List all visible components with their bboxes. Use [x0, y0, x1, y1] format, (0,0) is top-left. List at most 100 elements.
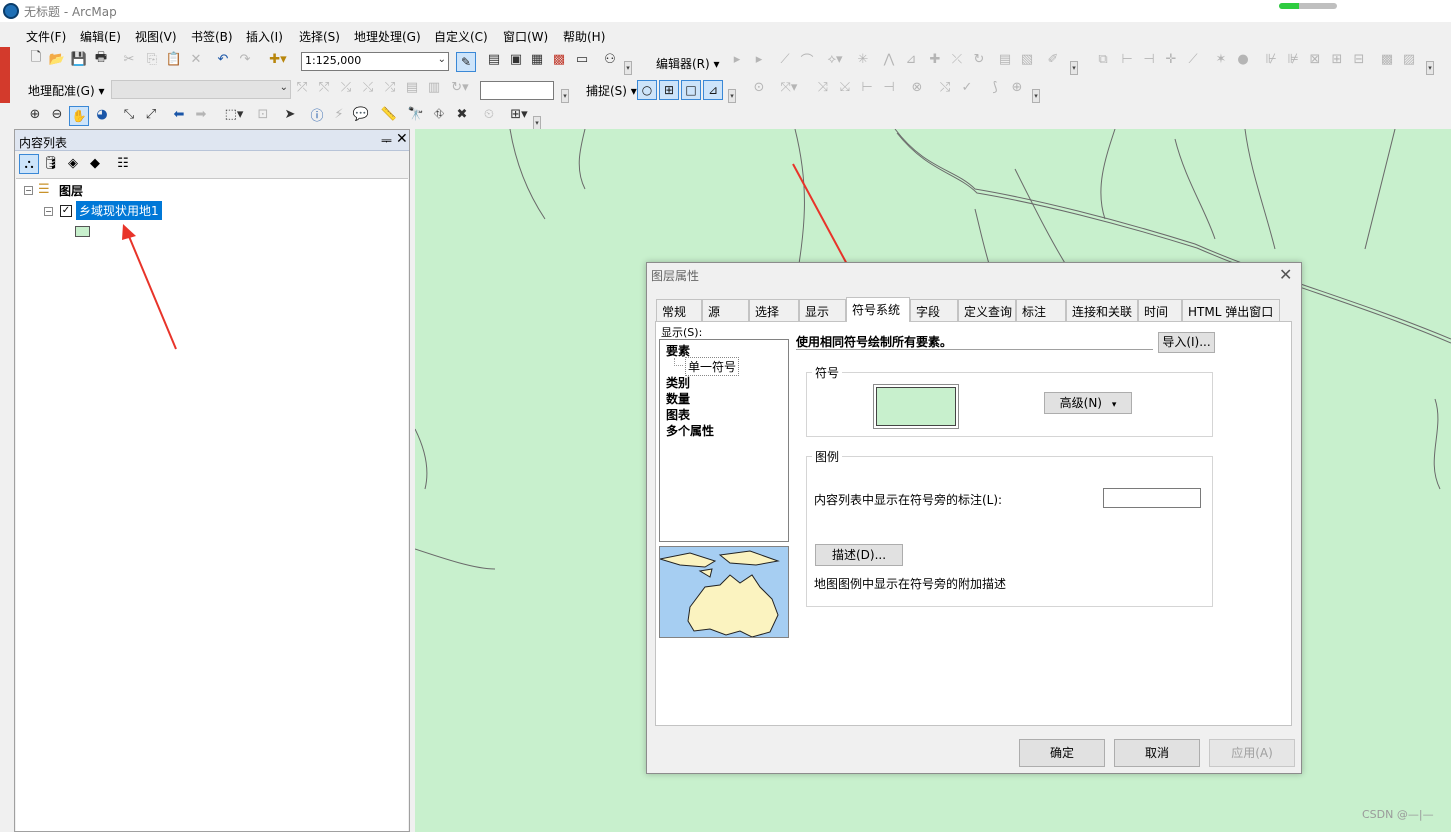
tab-display[interactable]: 显示	[799, 299, 846, 321]
select-features-icon[interactable]: ⬚▾	[218, 104, 250, 124]
paste-icon[interactable]: 📋	[164, 49, 184, 69]
topology-errors-icon[interactable]: ⊠	[1306, 49, 1324, 69]
shared-features-icon[interactable]: ⊞	[1328, 49, 1346, 69]
tab-html-popup[interactable]: HTML 弹出窗口	[1182, 299, 1280, 321]
rotate-georef-icon[interactable]: ↻▾	[447, 77, 473, 97]
tab-joins-relates[interactable]: 连接和关联	[1066, 299, 1138, 321]
topology-vertex-icon[interactable]: ✛	[1162, 49, 1180, 69]
smooth-icon[interactable]: ⟆	[986, 77, 1004, 97]
identify-icon[interactable]: ⓘ	[307, 104, 327, 124]
explode-icon[interactable]: ⤭	[936, 77, 954, 97]
topology-icon[interactable]: ⧉	[1094, 49, 1112, 69]
list-by-selection-icon[interactable]: ◆	[85, 154, 105, 174]
line-intersection-icon[interactable]: ⊗	[908, 77, 926, 97]
end-snapping-icon[interactable]: ⊞	[659, 80, 679, 100]
menu-view[interactable]: 视图(V)	[135, 28, 177, 45]
create-viewer-icon[interactable]: ⊞▾	[506, 104, 532, 124]
undo-icon[interactable]: ↶	[213, 49, 233, 69]
topology-edge-icon[interactable]: ⟋	[1184, 49, 1202, 69]
toolbar-grip[interactable]: ▾	[1426, 61, 1434, 75]
menu-customize[interactable]: 自定义(C)	[434, 28, 488, 45]
delete-icon[interactable]: ✕	[186, 49, 206, 69]
toolbar-grip[interactable]: ▾	[533, 116, 541, 130]
close-icon[interactable]: ✕	[396, 131, 408, 147]
list-by-drawing-order-icon[interactable]: ⛬	[19, 154, 39, 174]
menu-edit[interactable]: 编辑(E)	[80, 28, 121, 45]
create-features-icon[interactable]: ✐	[1044, 49, 1062, 69]
auto-registration-icon[interactable]: ⤮	[381, 77, 399, 97]
topology-table-icon[interactable]: ⊟	[1350, 49, 1368, 69]
pin-icon[interactable]: ᆕ	[381, 132, 392, 149]
save-icon[interactable]: 💾	[69, 49, 89, 69]
toolbar-grip[interactable]: ▾	[728, 89, 736, 103]
topology-edit-icon[interactable]: ⊢	[1118, 49, 1136, 69]
menu-geoprocessing[interactable]: 地理处理(G)	[354, 28, 421, 45]
search-window-icon[interactable]: ▦	[527, 49, 547, 69]
copy-icon[interactable]: ⎘	[142, 49, 162, 69]
tab-source[interactable]: 源	[702, 299, 749, 321]
split-line-icon[interactable]: ✚	[926, 49, 944, 69]
construction-tools-icon[interactable]: ⟡▾	[822, 49, 848, 69]
import-button[interactable]: 导入(I)...	[1158, 332, 1215, 353]
zoom-to-link-icon[interactable]: ⤰	[337, 77, 355, 97]
georeferencing-menu[interactable]: 地理配准(G) ▾	[28, 82, 105, 99]
fixed-zoom-in-icon[interactable]: ⤡	[119, 104, 139, 124]
hyperlink-icon[interactable]: ⚡	[329, 104, 349, 124]
legend-label-input[interactable]	[1103, 488, 1201, 508]
snapping-menu[interactable]: 捕捉(S) ▾	[586, 82, 637, 99]
description-button[interactable]: 描述(D)...	[815, 544, 903, 566]
menu-windows[interactable]: 窗口(W)	[503, 28, 548, 45]
edit-annotation-icon[interactable]: ▸	[750, 49, 768, 69]
tab-time[interactable]: 时间	[1138, 299, 1182, 321]
add-control-points-icon[interactable]: ⤱	[293, 77, 311, 97]
zoom-in-icon[interactable]: ⊕	[25, 104, 45, 124]
rotate-tool-icon[interactable]: ↻	[970, 49, 988, 69]
fix-topology-icon[interactable]: ⊮	[1262, 49, 1280, 69]
fillet-icon[interactable]: ⤩	[836, 77, 854, 97]
layer-name-label[interactable]: 乡域现状用地1	[76, 201, 162, 220]
straight-segment-icon[interactable]: ⟋	[776, 49, 794, 69]
new-document-icon[interactable]: 🗋	[26, 49, 46, 69]
layer-symbol-swatch[interactable]	[75, 226, 90, 237]
toolbar-grip[interactable]: ▾	[1032, 89, 1040, 103]
rotate-icon[interactable]: ⤫	[948, 49, 966, 69]
python-window-icon[interactable]: ▭	[572, 49, 592, 69]
catalog-icon[interactable]: ▣	[506, 49, 526, 69]
menu-bookmarks[interactable]: 书签(B)	[191, 28, 233, 45]
view-link-table-icon[interactable]: ▤	[403, 77, 421, 97]
model-builder-icon[interactable]: ⚇	[599, 49, 621, 69]
point-snapping-icon[interactable]: ○	[637, 80, 657, 100]
error-inspector-icon[interactable]: ●	[1234, 49, 1252, 69]
tab-labels[interactable]: 标注	[1016, 299, 1066, 321]
go-to-xy-icon[interactable]: ✖	[452, 104, 472, 124]
renderer-charts[interactable]: 图表	[666, 406, 690, 423]
tab-symbology[interactable]: 符号系统	[846, 297, 910, 322]
add-data-icon[interactable]: ✚▾	[262, 49, 294, 69]
menu-file[interactable]: 文件(F)	[26, 28, 66, 45]
arctoolbox-icon[interactable]: ▩	[549, 49, 569, 69]
pan-icon[interactable]: ✋	[69, 106, 89, 126]
viewer-icon[interactable]: ▥	[425, 77, 443, 97]
map-scale-combo[interactable]: 1:125,000 ⌄	[301, 52, 449, 71]
validate-topology-icon[interactable]: ✶	[1212, 49, 1230, 69]
list-by-source-icon[interactable]: 🛢	[41, 154, 61, 174]
table-icon[interactable]: ▤	[484, 49, 504, 69]
zoom-out-icon[interactable]: ⊖	[47, 104, 67, 124]
editor-toolbar-toggle-icon[interactable]: ✎	[456, 52, 476, 72]
options-icon[interactable]: ☷	[113, 154, 133, 174]
endpoint-arc-icon[interactable]: ⌒	[798, 49, 816, 69]
full-extent-icon[interactable]: ◕	[92, 104, 112, 124]
html-popup-icon[interactable]: 💬	[351, 104, 371, 124]
root-layer-label[interactable]: 图层	[59, 182, 83, 199]
topology-layer-icon[interactable]: ▨	[1400, 49, 1418, 69]
time-slider-icon[interactable]: ⏲	[479, 104, 499, 124]
copy-features-icon[interactable]: ⤨	[814, 77, 832, 97]
select-link-icon[interactable]: ⤲	[315, 77, 333, 97]
redo-icon[interactable]: ↷	[235, 49, 255, 69]
menu-help[interactable]: 帮助(H)	[563, 28, 605, 45]
tab-selection[interactable]: 选择	[749, 299, 799, 321]
collapse-icon[interactable]: −	[44, 207, 53, 216]
extend-icon[interactable]: ⊢	[858, 77, 876, 97]
select-elements-icon[interactable]: ➤	[280, 104, 300, 124]
cut-polygon-icon[interactable]: ⊿	[902, 49, 920, 69]
